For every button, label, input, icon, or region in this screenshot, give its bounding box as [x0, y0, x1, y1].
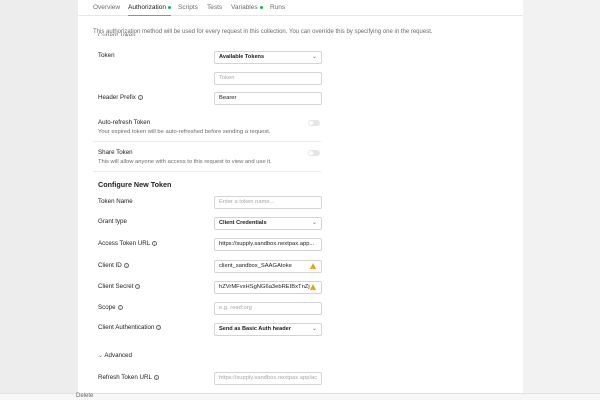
client-id-label-text: Client ID	[98, 262, 122, 269]
access-token-url-input[interactable]: https://supply.sandbox.nextpax.app...	[214, 238, 322, 251]
auto-refresh-label: Auto-refresh Token	[98, 119, 151, 126]
tab-variables-label: Variables	[231, 4, 258, 11]
footer-bar: Delete	[0, 393, 600, 400]
chevron-down-icon: ⌄	[311, 54, 317, 60]
info-icon: i	[137, 95, 143, 100]
client-authentication-select[interactable]: Send as Basic Auth header ⌄	[214, 323, 322, 336]
header-prefix-input[interactable]: Bearer	[214, 92, 322, 105]
client-authentication-label-text: Client Authentication	[98, 324, 155, 331]
divider	[93, 171, 321, 172]
client-id-value: client_sandbox_SAAGAtoke	[219, 263, 292, 269]
tab-overview-label: Overview	[93, 4, 121, 11]
chevron-down-icon: ⌄	[311, 326, 317, 332]
chevron-down-icon: ⌄	[311, 220, 317, 226]
token-label: Token	[98, 52, 115, 59]
token-select[interactable]: Available Tokens ⌄	[214, 51, 322, 64]
header-prefix-label-text: Header Prefix	[98, 94, 136, 101]
tab-authorization-label: Authorization	[128, 4, 166, 11]
chevron-down-icon: ⌄	[98, 353, 104, 359]
tab-scripts[interactable]: Scripts	[178, 3, 198, 12]
refresh-token-url-input[interactable]: https://supply.sandbox.nextpax.app/ac	[214, 372, 322, 385]
tab-scripts-label: Scripts	[178, 4, 198, 11]
access-token-url-label: Access Token URL i	[98, 240, 158, 248]
share-token-label: Share Token	[98, 149, 133, 156]
auth-description: This authorization method will be used f…	[93, 29, 433, 35]
info-icon: i	[152, 241, 158, 246]
grant-type-label: Grant type	[98, 218, 127, 225]
client-secret-label: Client Secret i	[98, 283, 141, 291]
tab-bar: Overview Authorization Scripts Tests Var…	[78, 0, 523, 16]
header-prefix-label: Header Prefix i	[98, 94, 143, 102]
info-icon: i	[135, 284, 141, 289]
configure-new-token-title: Configure New Token	[98, 180, 172, 189]
share-token-description: This will allow anyone with access to th…	[98, 159, 272, 165]
authorization-panel: Overview Authorization Scripts Tests Var…	[78, 0, 523, 393]
right-sidebar	[523, 0, 600, 393]
access-token-url-label-text: Access Token URL	[98, 240, 151, 247]
tab-runs[interactable]: Runs	[270, 3, 285, 12]
auto-refresh-toggle[interactable]	[308, 120, 320, 126]
client-secret-value: hZVrMFvxHSgNG6a3ebREIBxTnZj	[219, 284, 310, 290]
scope-label: Scope i	[98, 304, 123, 312]
client-authentication-label: Client Authentication i	[98, 324, 162, 332]
token-name-input[interactable]: Enter a token name...	[214, 196, 322, 209]
client-id-input[interactable]: client_sandbox_SAAGAtoke	[214, 260, 322, 273]
share-token-toggle[interactable]	[308, 150, 320, 156]
divider	[93, 141, 321, 142]
scope-input[interactable]: e.g. read:org	[214, 302, 322, 315]
warning-icon[interactable]	[310, 263, 316, 272]
info-icon: i	[117, 305, 123, 310]
grant-type-select[interactable]: Client Credentials ⌄	[214, 217, 322, 230]
refresh-token-url-label-text: Refresh Token URL	[98, 374, 152, 381]
client-id-label: Client ID i	[98, 262, 129, 270]
status-dot-icon	[259, 5, 263, 9]
client-authentication-value: Send as Basic Auth header	[219, 326, 291, 332]
advanced-toggle[interactable]: ⌄ Advanced	[98, 352, 132, 360]
current-token-heading: Current Token	[98, 33, 136, 36]
info-icon: i	[153, 375, 159, 380]
advanced-label: Advanced	[104, 352, 132, 359]
token-select-value: Available Tokens	[219, 54, 265, 60]
tab-tests-label: Tests	[207, 4, 223, 11]
warning-icon[interactable]	[310, 284, 316, 293]
tab-authorization[interactable]: Authorization	[128, 3, 171, 16]
auto-refresh-description: Your expired token will be auto-refreshe…	[98, 129, 271, 135]
token-name-label: Token Name	[98, 198, 133, 205]
status-dot-icon	[167, 5, 171, 9]
tab-runs-label: Runs	[270, 4, 286, 11]
tab-overview[interactable]: Overview	[93, 3, 120, 12]
refresh-token-url-label: Refresh Token URL i	[98, 374, 159, 382]
footer-text[interactable]: Delete	[76, 393, 93, 400]
tab-variables[interactable]: Variables	[231, 3, 263, 12]
tab-tests[interactable]: Tests	[207, 3, 222, 12]
info-icon: i	[156, 325, 162, 330]
client-secret-label-text: Client Secret	[98, 283, 134, 290]
token-input[interactable]: Token	[214, 72, 322, 85]
info-icon: i	[123, 263, 129, 268]
client-secret-input[interactable]: hZVrMFvxHSgNG6a3ebREIBxTnZj	[214, 281, 322, 294]
grant-type-value: Client Credentials	[219, 220, 267, 226]
scope-label-text: Scope	[98, 304, 116, 311]
